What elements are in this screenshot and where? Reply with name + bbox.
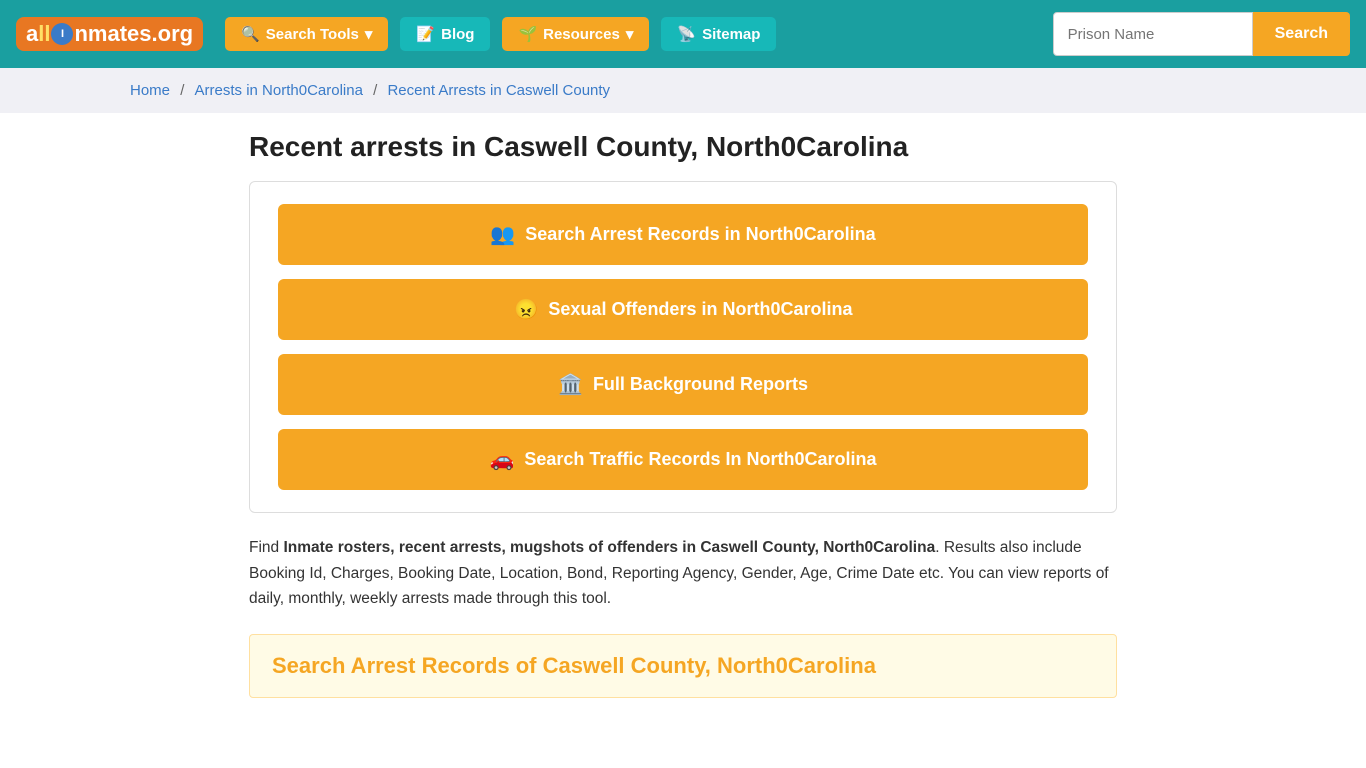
cta-box: Search Arrest Records of Caswell County,… (249, 634, 1117, 698)
logo-text-org: org (158, 21, 193, 47)
traffic-records-icon: 🚗 (489, 447, 514, 472)
breadcrumb-arrests[interactable]: Arrests in North0Carolina (195, 82, 363, 99)
background-reports-button[interactable]: 🏛️ Full Background Reports (278, 354, 1088, 415)
background-reports-label: Full Background Reports (593, 374, 808, 395)
arrest-records-label: Search Arrest Records in North0Carolina (525, 224, 875, 245)
traffic-records-label: Search Traffic Records In North0Carolina (524, 449, 876, 470)
arrest-records-icon: 👥 (490, 222, 515, 247)
cta-title: Search Arrest Records of Caswell County,… (272, 653, 1094, 679)
description-prefix: Find (249, 539, 283, 556)
search-tools-dropdown-icon: ▾ (365, 25, 373, 43)
resources-icon: 🌱 (518, 25, 537, 43)
page-title: Recent arrests in Caswell County, North0… (249, 131, 1117, 163)
sexual-offenders-icon: 😠 (514, 297, 539, 322)
header-search-label: Search (1275, 25, 1328, 42)
description-text: Find Inmate rosters, recent arrests, mug… (249, 535, 1117, 612)
sexual-offenders-button[interactable]: 😠 Sexual Offenders in North0Carolina (278, 279, 1088, 340)
resources-button[interactable]: 🌱 Resources ▾ (502, 17, 649, 51)
header-search-area: Search (1053, 12, 1350, 56)
traffic-records-button[interactable]: 🚗 Search Traffic Records In North0Caroli… (278, 429, 1088, 490)
main-content: Recent arrests in Caswell County, North0… (233, 113, 1133, 728)
breadcrumb-sep-2: / (373, 82, 381, 99)
search-tools-button[interactable]: 🔍 Search Tools ▾ (225, 17, 388, 51)
background-reports-icon: 🏛️ (558, 372, 583, 397)
site-logo[interactable]: a ll I nmates . org (16, 17, 203, 51)
header-search-button[interactable]: Search (1253, 12, 1350, 56)
blog-button[interactable]: 📝 Blog (400, 17, 490, 51)
blog-label: Blog (441, 26, 474, 43)
blog-icon: 📝 (416, 25, 435, 43)
action-card: 👥 Search Arrest Records in North0Carolin… (249, 181, 1117, 513)
resources-label: Resources (543, 26, 620, 43)
arrest-records-button[interactable]: 👥 Search Arrest Records in North0Carolin… (278, 204, 1088, 265)
breadcrumb-home[interactable]: Home (130, 82, 170, 99)
logo-text-ll: ll (38, 21, 50, 47)
breadcrumb-sep-1: / (180, 82, 188, 99)
logo-badge: I (51, 23, 73, 45)
sitemap-label: Sitemap (702, 26, 760, 43)
site-header: a ll I nmates . org 🔍 Search Tools ▾ 📝 B… (0, 0, 1366, 68)
logo-text-nmates: nmates (74, 21, 151, 47)
sitemap-icon: 📡 (677, 25, 696, 43)
sitemap-button[interactable]: 📡 Sitemap (661, 17, 776, 51)
breadcrumb: Home / Arrests in North0Carolina / Recen… (0, 68, 1366, 113)
search-tools-label: Search Tools (266, 26, 359, 43)
search-tools-icon: 🔍 (241, 25, 260, 43)
description-bold: Inmate rosters, recent arrests, mugshots… (283, 539, 935, 556)
logo-text-a: a (26, 21, 38, 47)
breadcrumb-current: Recent Arrests in Caswell County (387, 82, 610, 99)
prison-name-input[interactable] (1053, 12, 1253, 56)
sexual-offenders-label: Sexual Offenders in North0Carolina (548, 299, 852, 320)
resources-dropdown-icon: ▾ (626, 25, 634, 43)
